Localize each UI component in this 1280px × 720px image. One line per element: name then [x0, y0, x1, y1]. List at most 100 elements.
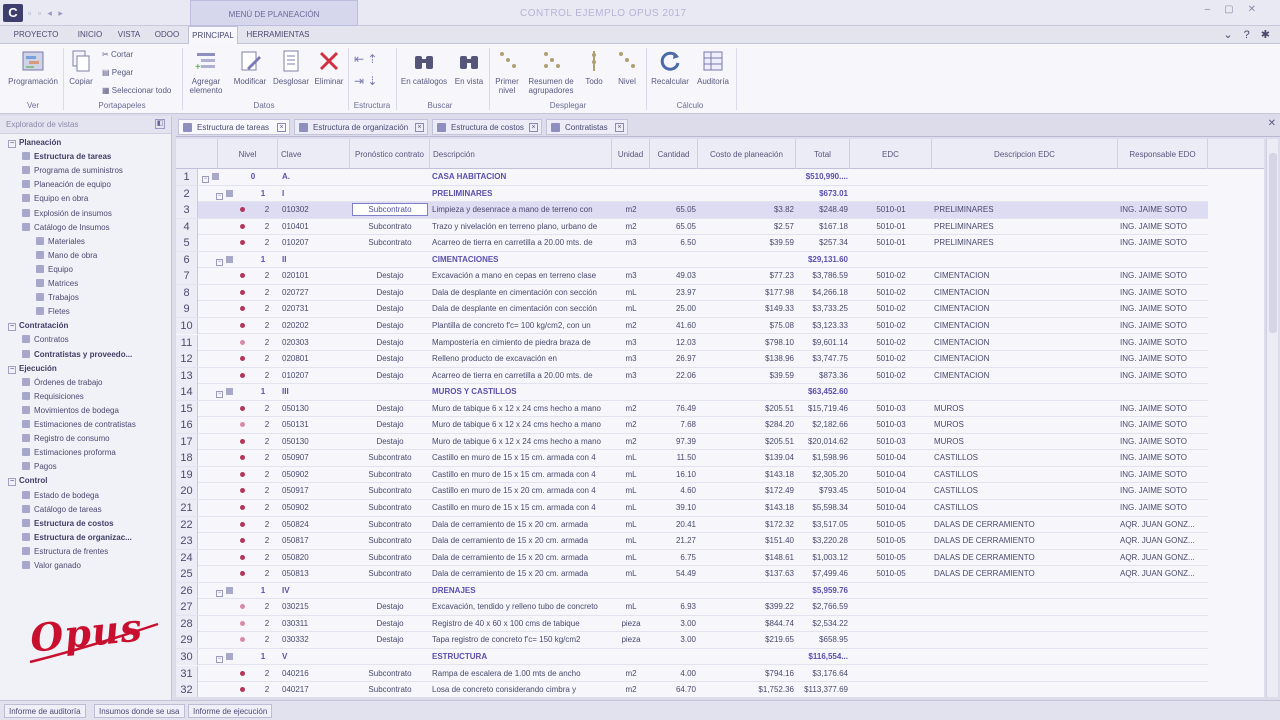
responsable-cell[interactable]: ING. JAIME SOTO — [1120, 483, 1208, 499]
descripcion-edc-cell[interactable]: MUROS — [934, 401, 1118, 417]
column-header-costo[interactable]: Costo de planeación — [698, 139, 796, 169]
descripcion-edc-cell[interactable] — [934, 583, 1118, 599]
total-cell[interactable]: $3,176.64 — [796, 666, 848, 682]
informe-auditoria-button[interactable]: Informe de auditoría — [4, 704, 86, 718]
clave-cell[interactable]: 040216 — [280, 666, 350, 682]
clave-cell[interactable]: 030215 — [280, 599, 350, 615]
costo-cell[interactable]: $143.18 — [698, 500, 794, 516]
collapse-icon[interactable]: − — [216, 391, 223, 399]
clave-cell[interactable]: 010302 — [280, 202, 350, 218]
unidad-cell[interactable]: m2 — [612, 666, 650, 682]
responsable-cell[interactable]: ING. JAIME SOTO — [1120, 467, 1208, 483]
collapse-icon[interactable]: − — [8, 323, 16, 332]
descripcion-edc-cell[interactable] — [934, 169, 1118, 185]
total-cell[interactable]: $2,534.22 — [796, 616, 848, 632]
costo-cell[interactable]: $798.10 — [698, 335, 794, 351]
descripcion-edc-cell[interactable] — [934, 599, 1118, 615]
sidebar-item-26[interactable]: Catálogo de tareas — [22, 503, 102, 517]
sidebar-item-11[interactable]: Trabajos — [36, 291, 79, 305]
unidad-cell[interactable]: mL — [612, 467, 650, 483]
collapse-icon[interactable]: − — [8, 365, 16, 374]
descripcion-edc-cell[interactable]: MUROS — [934, 434, 1118, 450]
cantidad-cell[interactable]: 20.41 — [650, 517, 696, 533]
total-cell[interactable]: $4,266.18 — [796, 285, 848, 301]
descripcion-edc-cell[interactable] — [934, 666, 1118, 682]
clave-cell[interactable]: A. — [280, 169, 350, 185]
collapse-icon[interactable]: − — [216, 655, 223, 663]
tree-node[interactable]: − — [198, 583, 260, 599]
cantidad-cell[interactable]: 97.39 — [650, 434, 696, 450]
costo-cell[interactable]: $151.40 — [698, 533, 794, 549]
cantidad-cell[interactable]: 39.10 — [650, 500, 696, 516]
unidad-cell[interactable]: mL — [612, 483, 650, 499]
total-cell[interactable]: $2,305.20 — [796, 467, 848, 483]
costo-cell[interactable]: $75.08 — [698, 318, 794, 334]
edc-cell[interactable]: 5010-04 — [850, 500, 932, 516]
descripcion-cell[interactable]: Dala de cerramiento de 15 x 20 cm. armad… — [432, 517, 612, 533]
unidad-cell[interactable]: mL — [612, 450, 650, 466]
costo-cell[interactable]: $39.59 — [698, 368, 794, 384]
edc-cell[interactable] — [850, 599, 932, 615]
clave-cell[interactable]: 020202 — [280, 318, 350, 334]
table-row[interactable]: 17 2 050130 Destajo Muro de tabique 6 x 12 x… — [176, 433, 1208, 451]
total-cell[interactable]: $3,747.75 — [796, 351, 848, 367]
modificar-button[interactable]: Modificar — [230, 48, 270, 86]
unidad-cell[interactable]: m2 — [612, 417, 650, 433]
tab-proyecto[interactable]: PROYECTO — [4, 26, 68, 44]
costo-cell[interactable]: $149.33 — [698, 301, 794, 317]
descripcion-edc-cell[interactable] — [934, 252, 1118, 268]
scrollbar-thumb[interactable] — [1269, 153, 1277, 333]
sidebar-item-1[interactable]: Estructura de tareas — [22, 150, 111, 164]
descripcion-cell[interactable]: MUROS Y CASTILLOS — [432, 384, 612, 400]
clave-cell[interactable]: 020731 — [280, 301, 350, 317]
edc-cell[interactable]: 5010-05 — [850, 533, 932, 549]
total-cell[interactable]: $167.18 — [796, 219, 848, 235]
cantidad-cell[interactable]: 12.03 — [650, 335, 696, 351]
responsable-cell[interactable]: ING. JAIME SOTO — [1120, 235, 1208, 251]
descripcion-cell[interactable]: Muro de tabique 6 x 12 x 24 cms hecho a … — [432, 434, 612, 450]
clave-cell[interactable]: 010207 — [280, 235, 350, 251]
cantidad-cell[interactable]: 4.60 — [650, 483, 696, 499]
descripcion-cell[interactable]: Muro de tabique 6 x 12 x 24 cms hecho a … — [432, 401, 612, 417]
table-row[interactable]: 15 2 050130 Destajo Muro de tabique 6 x 12 x… — [176, 400, 1208, 418]
unidad-cell[interactable]: mL — [612, 550, 650, 566]
descripcion-edc-cell[interactable]: PRELIMINARES — [934, 235, 1118, 251]
row-number[interactable]: 28 — [176, 615, 198, 632]
table-row[interactable]: 5 2 010207 Subcontrato Acarreo de tierra en … — [176, 235, 1208, 252]
total-cell[interactable]: $113,377.69 — [796, 682, 848, 697]
cantidad-cell[interactable]: 41.60 — [650, 318, 696, 334]
sidebar-item-19[interactable]: Movimientos de bodega — [22, 404, 119, 418]
insumos-donde-se-usa-button[interactable]: Insumos donde se usa — [94, 704, 185, 718]
app-logo-icon[interactable]: C — [3, 4, 23, 22]
pronostico-cell[interactable]: Destajo — [352, 268, 428, 284]
row-number[interactable]: 18 — [176, 450, 198, 467]
total-cell[interactable]: $873.36 — [796, 368, 848, 384]
responsable-cell[interactable]: ING. JAIME SOTO — [1120, 219, 1208, 235]
descripcion-edc-cell[interactable] — [934, 649, 1118, 665]
table-row[interactable]: 6 − 1 II CIMENTACIONES $29,131.60 — [176, 251, 1208, 269]
pronostico-cell[interactable]: Subcontrato — [352, 550, 428, 566]
costo-cell[interactable] — [698, 169, 794, 185]
clave-cell[interactable]: 050917 — [280, 483, 350, 499]
descripcion-edc-cell[interactable]: CASTILLOS — [934, 500, 1118, 516]
sidebar-item-8[interactable]: Mano de obra — [36, 249, 97, 263]
total-cell[interactable]: $510,990.... — [796, 169, 848, 185]
pronostico-cell[interactable]: Subcontrato — [352, 500, 428, 516]
pronostico-cell[interactable]: Subcontrato — [352, 682, 428, 697]
descripcion-cell[interactable]: Registro de 40 x 60 x 100 cms de tabique — [432, 616, 612, 632]
total-cell[interactable]: $9,601.14 — [796, 335, 848, 351]
descripcion-cell[interactable]: Rampa de escalera de 1.00 mts de ancho — [432, 666, 612, 682]
pronostico-cell[interactable]: Destajo — [352, 599, 428, 615]
unidad-cell[interactable] — [612, 252, 650, 268]
sidebar-item-15[interactable]: Contratistas y proveedo... — [22, 348, 132, 362]
total-cell[interactable]: $2,766.59 — [796, 599, 848, 615]
descripcion-edc-cell[interactable] — [934, 616, 1118, 632]
descripcion-edc-cell[interactable]: CIMENTACION — [934, 335, 1118, 351]
clave-cell[interactable]: 050824 — [280, 517, 350, 533]
unidad-cell[interactable]: m3 — [612, 235, 650, 251]
descripcion-cell[interactable]: Dala de cerramiento de 15 x 20 cm. armad… — [432, 566, 612, 582]
descripcion-cell[interactable]: ESTRUCTURA — [432, 649, 612, 665]
costo-cell[interactable] — [698, 252, 794, 268]
total-cell[interactable]: $3,220.28 — [796, 533, 848, 549]
row-number[interactable]: 9 — [176, 301, 198, 318]
